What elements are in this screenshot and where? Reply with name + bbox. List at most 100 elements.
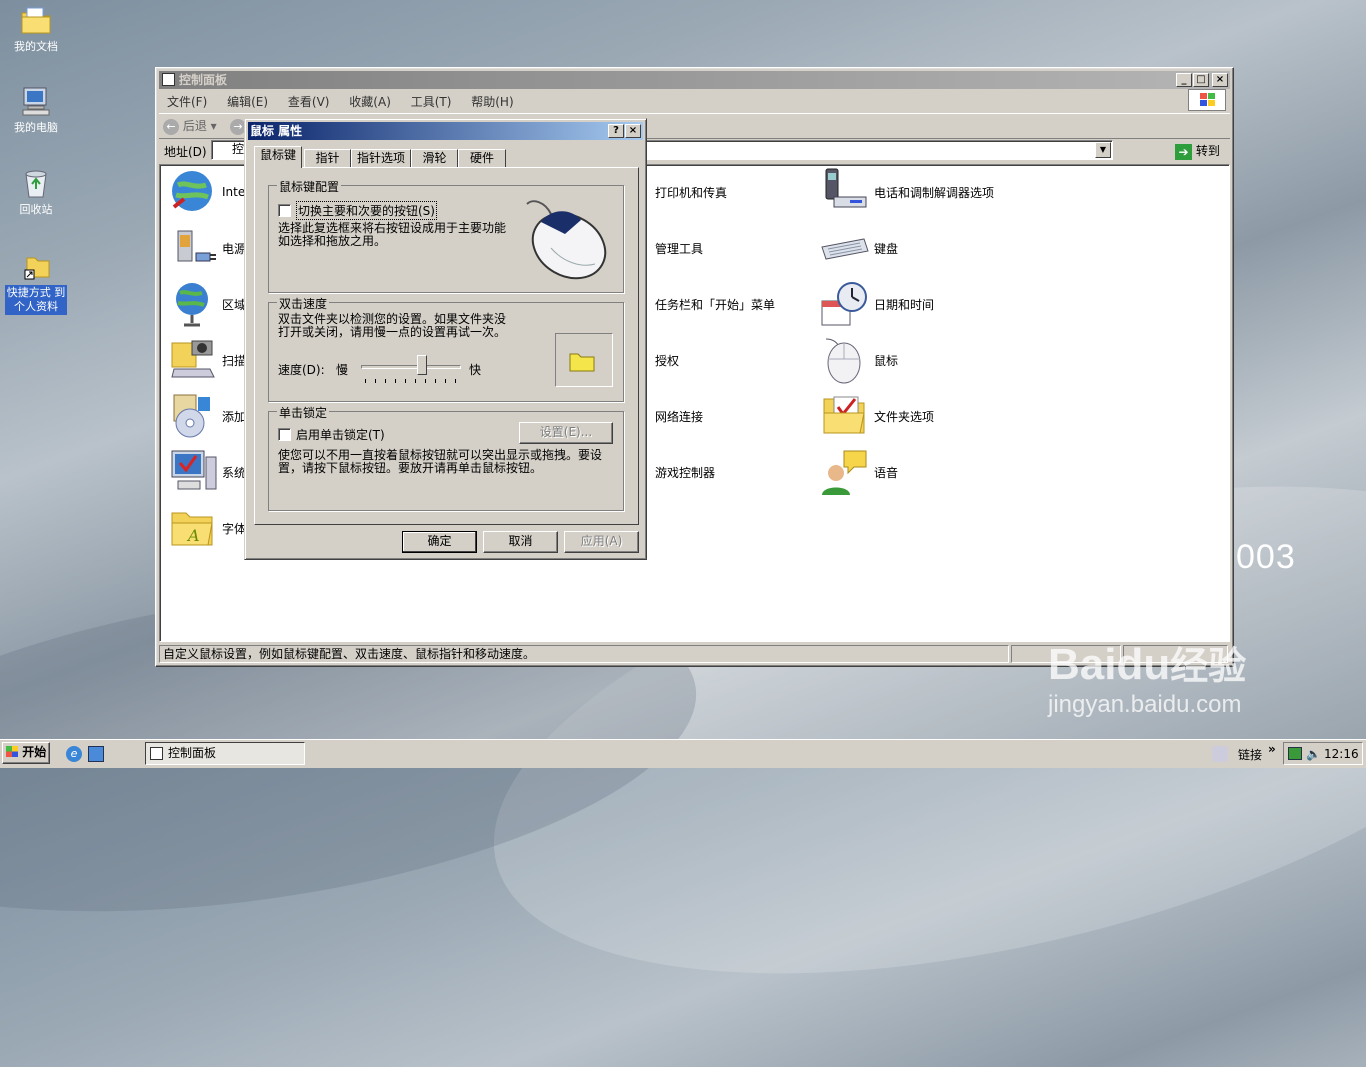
dialog-close-button[interactable]: × [625, 124, 641, 138]
slider-thumb[interactable] [416, 355, 427, 375]
tab-pane-buttons: 鼠标键配置 切换主要和次要的按钮(S) 选择此复选框来将右按钮设成用于主要功能如… [254, 167, 639, 525]
desktop-icon-label: 我的文档 [14, 40, 58, 53]
checkbox-label: 启用单击锁定(T) [296, 428, 385, 442]
cp-item-keyboard[interactable]: 键盘 [820, 223, 898, 273]
address-value: 控 [232, 142, 245, 156]
tray-volume-icon[interactable]: 🔈 [1306, 747, 1321, 761]
minimize-button[interactable]: _ [1176, 73, 1192, 87]
status-text: 自定义鼠标设置，例如鼠标键配置、双击速度、鼠标指针和移动速度。 [159, 645, 1009, 663]
menu-help[interactable]: 帮助(H) [463, 91, 521, 112]
go-arrow-icon: ➔ [1175, 143, 1192, 160]
cp-item-label: 添加 [222, 409, 247, 424]
menubar: 文件(F) 编辑(E) 查看(V) 收藏(A) 工具(T) 帮助(H) [159, 89, 1230, 112]
cp-item-system[interactable]: 系统 [168, 447, 246, 497]
start-button[interactable]: 开始 [2, 742, 50, 764]
slider-track [361, 365, 461, 369]
back-button[interactable]: ← 后退 ▾ [163, 117, 217, 135]
group-button-config: 鼠标键配置 切换主要和次要的按钮(S) 选择此复选框来将右按钮设成用于主要功能如… [268, 178, 624, 293]
switch-buttons-checkbox[interactable]: 切换主要和次要的按钮(S) [278, 201, 437, 220]
window-titlebar[interactable]: 控制面板 _ □ × [159, 71, 1230, 89]
cp-item-label: 鼠标 [874, 353, 899, 368]
menu-file[interactable]: 文件(F) [159, 91, 215, 112]
desktop-icon-shortcut-profile[interactable]: 快捷方式 到 个人资料 [0, 250, 72, 315]
globe-icon [168, 167, 218, 217]
desktop-icon-label: 回收站 [19, 203, 53, 216]
cp-item-power[interactable]: 电源 [168, 223, 246, 273]
svg-text:A: A [186, 526, 200, 545]
folder-documents-icon [19, 4, 53, 36]
watermark-brand-du: du [1116, 640, 1171, 689]
tab-pointer-options[interactable]: 指针选项 [351, 149, 411, 168]
links-chevron-icon[interactable]: » [1268, 742, 1276, 756]
cp-item-regional[interactable]: 区域 [168, 279, 246, 329]
tab-buttons[interactable]: 鼠标键 [254, 146, 302, 168]
quicklaunch-explorer-icon[interactable] [88, 746, 104, 762]
dialog-title: 鼠标 属性 [250, 124, 303, 138]
maximize-button[interactable]: □ [1193, 73, 1209, 87]
cp-item-label: 区域 [222, 297, 247, 312]
cp-item-network[interactable]: 网络连接 [655, 391, 703, 441]
group-legend: 鼠标键配置 [277, 178, 342, 195]
system-tray: 🔈 12:16 [1283, 742, 1363, 765]
desktop-icon-my-computer[interactable]: 我的电脑 [0, 85, 72, 136]
click-lock-description: 使您可以不用一直按着鼠标按钮就可以突出显示或拖拽。要设置，请按下鼠标按钮。要放开… [278, 448, 603, 475]
test-folder-area[interactable] [555, 333, 613, 387]
cp-item-taskbar-start[interactable]: 任务栏和「开始」菜单 [655, 279, 775, 329]
cp-item-add-remove[interactable]: 添加 [168, 391, 246, 441]
desktop-icon-my-documents[interactable]: 我的文档 [0, 4, 72, 55]
cancel-button[interactable]: 取消 [483, 531, 558, 553]
cp-item-label: 授权 [655, 353, 680, 368]
apply-button[interactable]: 应用(A) [564, 531, 639, 553]
links-toolbar[interactable]: 链接 [1238, 746, 1262, 763]
group-click-lock: 单击锁定 启用单击锁定(T) 设置(E)... 使您可以不用一直按着鼠标按钮就可… [268, 404, 624, 511]
tab-wheel[interactable]: 滑轮 [411, 149, 458, 168]
button-config-description: 选择此复选框来将右按钮设成用于主要功能如选择和拖放之用。 [278, 221, 507, 248]
watermark-url: jingyan.baidu.com [1048, 691, 1242, 718]
checkbox-label: 切换主要和次要的按钮(S) [296, 201, 437, 220]
windows-flag-icon [1188, 89, 1226, 111]
tab-pointers[interactable]: 指针 [304, 149, 351, 168]
tab-hardware[interactable]: 硬件 [458, 149, 506, 168]
cp-item-date-time[interactable]: 日期和时间 [820, 279, 934, 329]
cp-item-folder-options[interactable]: 文件夹选项 [820, 391, 934, 441]
menu-favorites[interactable]: 收藏(A) [341, 91, 399, 112]
menu-tools[interactable]: 工具(T) [403, 91, 460, 112]
ok-button[interactable]: 确定 [402, 531, 477, 553]
watermark-brand: Bai [1048, 640, 1117, 689]
folder-check-icon [820, 391, 870, 441]
watermark-jingyan: 经验 [1170, 644, 1247, 688]
desktop-icon-recycle-bin[interactable]: 回收站 [0, 167, 72, 218]
double-click-speed-slider[interactable] [361, 355, 461, 385]
close-button[interactable]: × [1212, 73, 1228, 87]
taskbar-task-control-panel[interactable]: 控制面板 [145, 742, 305, 765]
cp-item-mouse[interactable]: 鼠标 [820, 335, 898, 385]
click-lock-checkbox[interactable]: 启用单击锁定(T) [278, 426, 385, 443]
cp-item-game-controllers[interactable]: 游戏控制器 [655, 447, 715, 497]
cp-item-scanners-cameras[interactable]: 扫描 [168, 335, 246, 385]
test-folder-icon [568, 350, 596, 375]
cp-item-licensing[interactable]: 授权 [655, 335, 679, 385]
cp-item-fonts[interactable]: A 字体 [168, 503, 246, 553]
menu-view[interactable]: 查看(V) [280, 91, 338, 112]
tray-monitor-icon[interactable] [1288, 747, 1302, 760]
cp-item-admin-tools[interactable]: 管理工具 [655, 223, 703, 273]
globe-stand-icon [168, 279, 218, 329]
language-bar-icon[interactable] [1212, 746, 1228, 762]
help-button[interactable]: ? [608, 124, 624, 138]
cp-item-phone-modem[interactable]: 电话和调制解调器选项 [820, 167, 994, 217]
checkbox-box [278, 428, 291, 441]
slider-ticks [365, 379, 461, 383]
checkbox-box [278, 204, 291, 217]
cp-item-speech[interactable]: 语音 [820, 447, 898, 497]
cp-item-label: 扫描 [222, 353, 247, 368]
control-panel-icon [150, 747, 163, 760]
go-button[interactable]: ➔ 转到 [1175, 142, 1220, 160]
quicklaunch-ie-icon[interactable]: e [66, 746, 82, 762]
cp-item-printers-faxes[interactable]: 打印机和传真 [655, 167, 727, 217]
group-double-click: 双击速度 双击文件夹以检测您的设置。如果文件夹没打开或关闭，请用慢一点的设置再试… [268, 295, 624, 402]
click-lock-settings-button[interactable]: 设置(E)... [519, 422, 613, 444]
group-legend: 单击锁定 [277, 404, 330, 421]
dialog-titlebar[interactable]: 鼠标 属性 ? × [248, 122, 643, 140]
address-dropdown-button[interactable]: ▼ [1095, 142, 1111, 158]
menu-edit[interactable]: 编辑(E) [219, 91, 276, 112]
